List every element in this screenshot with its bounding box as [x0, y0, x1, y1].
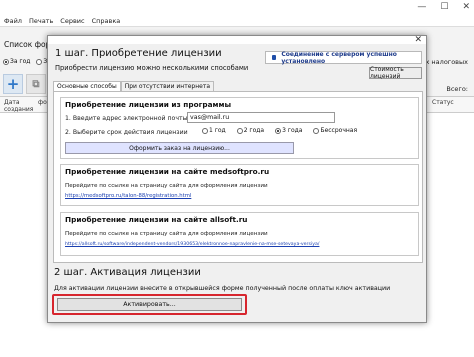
menu-service[interactable]: Сервис	[60, 17, 84, 25]
medsoft-group-title: Приобретение лицензии на сайте medsoftpr…	[65, 167, 270, 176]
medsoft-instruction: Перейдите по ссылке на страницу сайта дл…	[65, 183, 268, 189]
menu-file[interactable]: Файл	[4, 17, 22, 25]
maximize-icon[interactable]: ☐	[440, 2, 448, 12]
medsoft-purchase-group: Приобретение лицензии на сайте medsoftpr…	[60, 164, 419, 206]
column-status[interactable]: Статус	[432, 99, 454, 106]
radio-dot-icon	[236, 127, 243, 134]
allsoft-purchase-group: Приобретение лицензии на сайте allsoft.r…	[60, 212, 419, 256]
step2-instruction: Для активации лицензии внесите в открывш…	[54, 285, 391, 292]
activate-highlight: Активировать...	[52, 294, 247, 315]
period-1-year-label: 1 год	[209, 127, 226, 134]
add-icon[interactable]: +	[3, 74, 23, 94]
menu-bar: Файл Печать Сервис Справка	[0, 15, 474, 27]
radio-dot-icon	[3, 58, 9, 65]
period-2-years-label: 2 года	[243, 127, 265, 134]
tab-strip: Основные способы При отсутствии интернет…	[53, 81, 214, 91]
dialog-close-icon[interactable]: ✕	[414, 35, 422, 45]
radio-dot-icon	[313, 127, 320, 134]
dialog-title-bar: ✕	[48, 35, 426, 45]
activate-button[interactable]: Активировать...	[57, 298, 242, 311]
column-date[interactable]: Дата создания	[4, 99, 33, 113]
menu-help[interactable]: Справка	[92, 17, 121, 25]
period-2-years[interactable]: 2 года	[236, 127, 265, 134]
close-icon[interactable]: ✕	[462, 2, 470, 12]
tab-no-internet[interactable]: При отсутствии интернета	[120, 81, 214, 91]
allsoft-link[interactable]: https://allsoft.ru/software/independent-…	[65, 242, 319, 247]
column-form[interactable]: фо	[38, 99, 47, 106]
allsoft-group-title: Приобретение лицензии на сайте allsoft.r…	[65, 215, 248, 224]
period-1-year[interactable]: 1 год	[202, 127, 226, 134]
period-unlimited-label: Бессрочная	[320, 127, 358, 134]
license-dialog: ✕ 1 шаг. Приобретение лицензии Приобрест…	[47, 35, 427, 323]
period-3-years[interactable]: 3 года	[275, 127, 302, 134]
period-3-years-label: 3 года	[282, 127, 303, 134]
tab-main-methods[interactable]: Основные способы	[53, 81, 121, 91]
tab-content: Приобретение лицензии из программы 1. Вв…	[53, 91, 423, 263]
radio-year-label: За год	[10, 58, 31, 65]
radio-dot-icon	[36, 58, 43, 65]
connection-icon	[272, 55, 277, 60]
period-unlimited[interactable]: Бессрочная	[313, 127, 357, 134]
step1-subtitle: Приобрести лицензию можно несколькими сп…	[55, 64, 249, 72]
period-radios: За год За	[3, 58, 51, 65]
window-controls: — ☐ ✕	[417, 2, 470, 12]
radio-dot-icon	[275, 127, 282, 134]
copy-icon[interactable]: ⧉	[26, 74, 46, 94]
step1-title: 1 шаг. Приобретение лицензии	[55, 48, 222, 59]
connection-status-text: Соединение с сервером успешно установлен…	[281, 50, 397, 65]
program-group-title: Приобретение лицензии из программы	[65, 100, 232, 109]
email-input[interactable]: vas@mail.ru	[187, 112, 335, 123]
radio-dot-icon	[202, 127, 208, 134]
program-purchase-group: Приобретение лицензии из программы 1. Вв…	[60, 97, 419, 159]
radio-year[interactable]: За год	[3, 58, 30, 65]
menu-print[interactable]: Печать	[29, 17, 53, 25]
total-label: Всего:	[446, 85, 468, 93]
allsoft-instruction: Перейдите по ссылке на страницу сайта дл…	[65, 231, 268, 237]
minimize-icon[interactable]: —	[417, 2, 426, 12]
license-period-radios: 1 год 2 года 3 года Бессрочная	[202, 127, 357, 134]
step2-title: 2 шаг. Активация лицензии	[54, 267, 201, 278]
medsoft-link[interactable]: https://medsoftpro.ru/talon-88/registrat…	[65, 193, 191, 199]
email-label: 1. Введите адрес электронной почты	[65, 115, 188, 122]
license-cost-button[interactable]: Стоимость лицензий	[369, 66, 422, 80]
order-license-button[interactable]: Оформить заказ на лицензию...	[65, 142, 294, 154]
period-label: 2. Выберите срок действия лицензии	[65, 129, 188, 136]
connection-status-box: Соединение с сервером успешно установлен…	[265, 50, 422, 65]
main-title-bar: — ☐ ✕	[0, 0, 474, 15]
toolbar: + ⧉	[3, 74, 46, 94]
